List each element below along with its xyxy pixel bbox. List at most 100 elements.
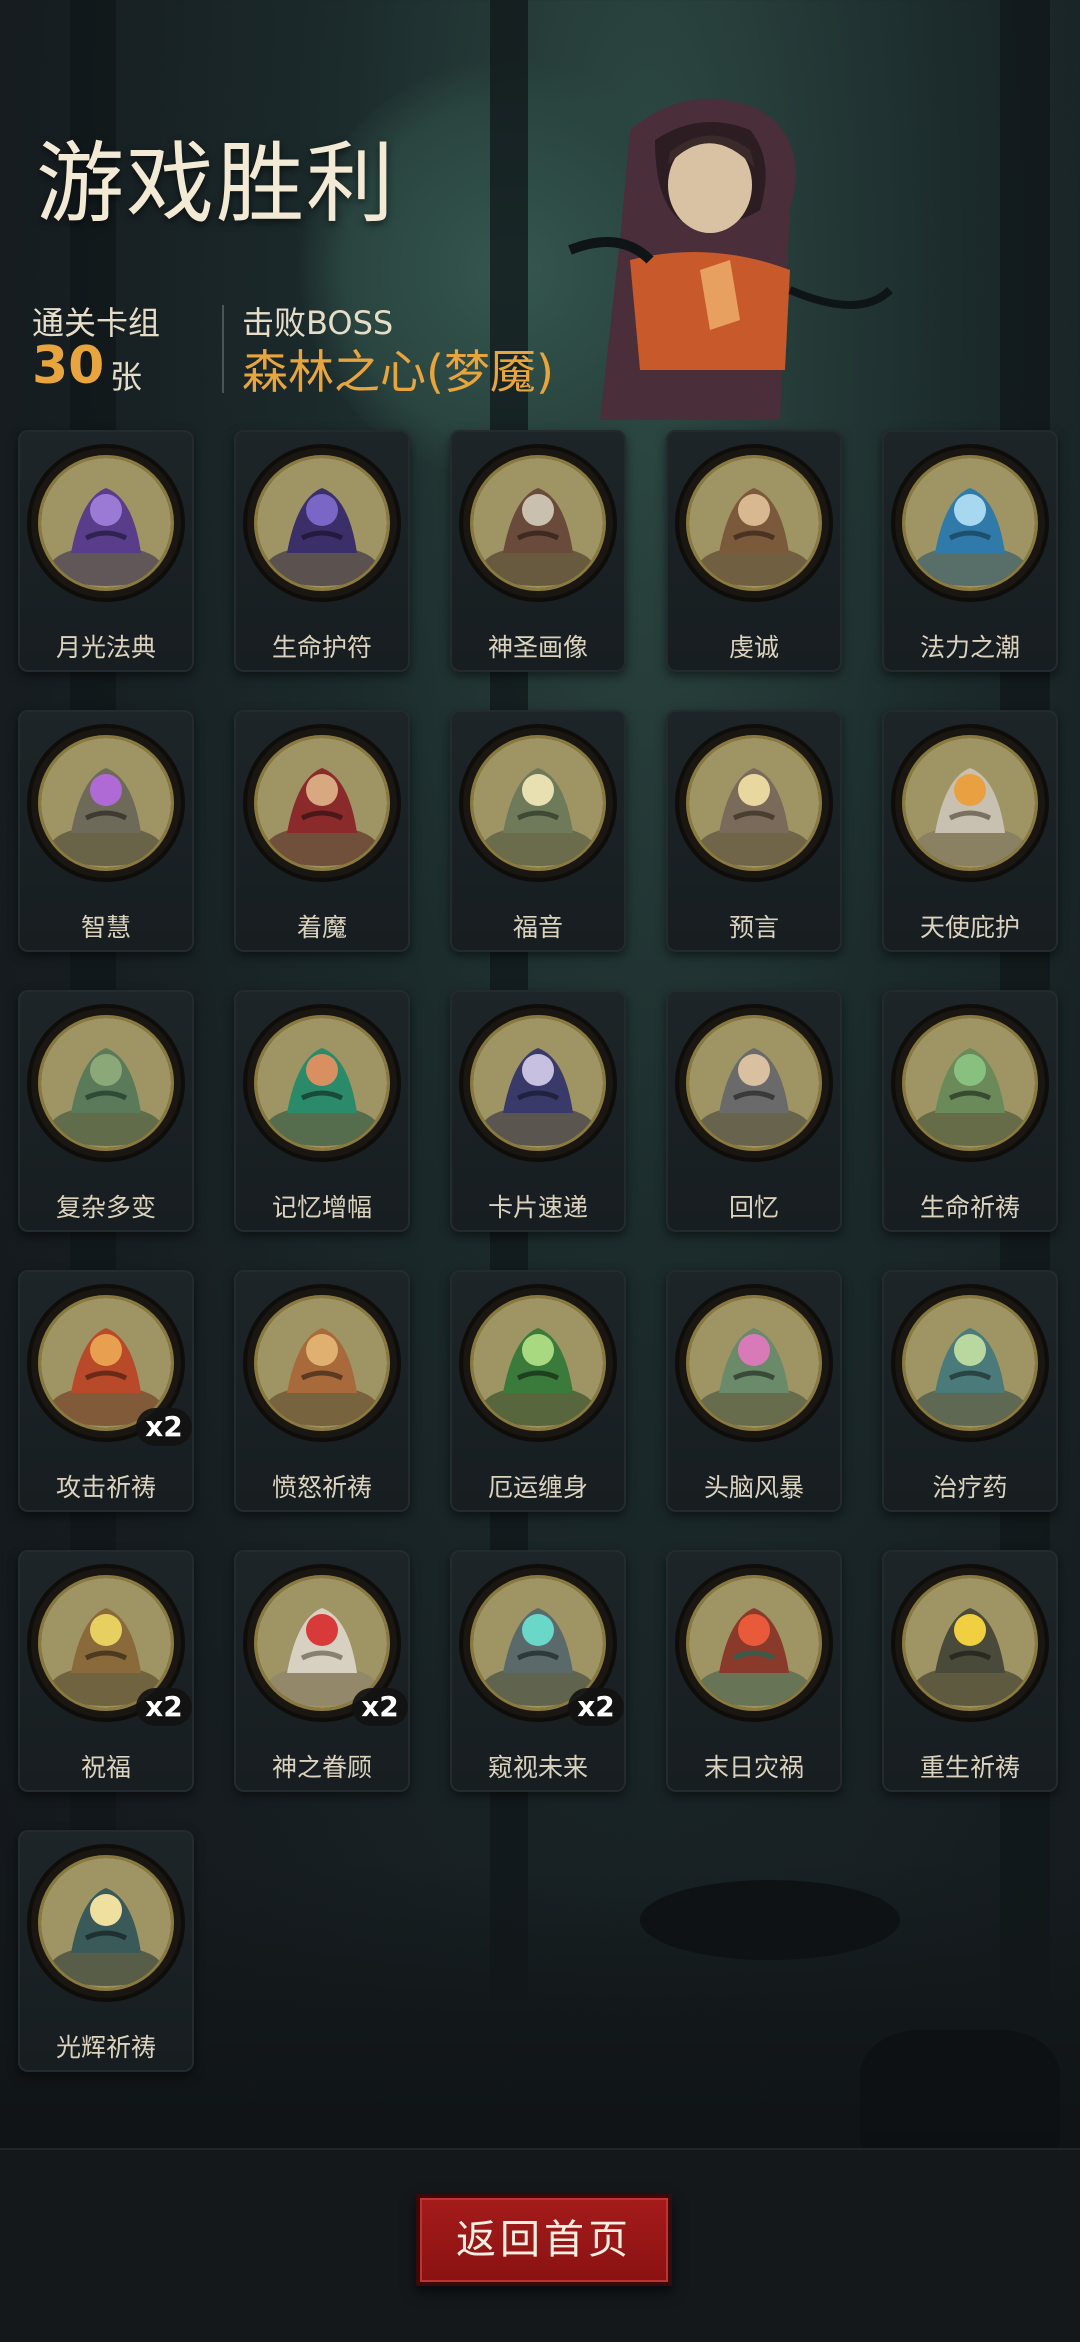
- card-slot[interactable]: 月光法典: [18, 430, 194, 672]
- card-slot[interactable]: 愤怒祈祷: [234, 1270, 410, 1512]
- card-medallion: [895, 1288, 1045, 1438]
- card-name: 回忆: [728, 1193, 779, 1222]
- card-medallion: [463, 1008, 613, 1158]
- card-name: 治疗药: [932, 1473, 1008, 1502]
- card-medallion: [895, 448, 1045, 598]
- multiplier-badge: x2: [568, 1688, 624, 1726]
- multiplier-badge: x2: [352, 1688, 408, 1726]
- card-medallion: [463, 728, 613, 878]
- lightning-icon: [902, 1575, 1038, 1711]
- card-slot[interactable]: 着魔: [234, 710, 410, 952]
- card-medallion: [31, 448, 181, 598]
- tome-icon: [38, 455, 174, 591]
- hooded-hero-illustration: [568, 98, 893, 420]
- background-shadow: [640, 1880, 900, 1960]
- skull-icon: [470, 1295, 606, 1431]
- card-medallion: [31, 1008, 181, 1158]
- card-name: 神圣画像: [487, 633, 588, 662]
- card-name: 光辉祈祷: [55, 2033, 156, 2062]
- fire-field-icon: [686, 1575, 822, 1711]
- bat-amulet-icon: [254, 455, 390, 591]
- old-man-icon: [686, 1015, 822, 1151]
- flying-card-icon: [470, 1015, 606, 1151]
- cross-icon: [470, 735, 606, 871]
- sprout-icon: [902, 1015, 1038, 1151]
- beast-icon: [254, 1295, 390, 1431]
- card-name: 头脑风暴: [703, 1473, 804, 1502]
- card-medallion: [679, 448, 829, 598]
- card-name: 生命祈祷: [919, 1193, 1020, 1222]
- card-slot[interactable]: 福音: [450, 710, 626, 952]
- card-slot[interactable]: 头脑风暴: [666, 1270, 842, 1512]
- card-name: 重生祈祷: [919, 1753, 1020, 1782]
- deck-count: 30: [32, 336, 105, 396]
- card-name: 窥视未来: [487, 1753, 588, 1782]
- card-medallion: [679, 1008, 829, 1158]
- tangle-icon: [38, 1015, 174, 1151]
- card-name: 神之眷顾: [271, 1753, 372, 1782]
- card-slot[interactable]: 天使庇护: [882, 710, 1058, 952]
- card-medallion: [895, 1008, 1045, 1158]
- card-name: 愤怒祈祷: [271, 1473, 372, 1502]
- brain-icon: [254, 1015, 390, 1151]
- card-name: 预言: [728, 913, 779, 942]
- card-slot[interactable]: 治疗药: [882, 1270, 1058, 1512]
- card-medallion: [463, 448, 613, 598]
- card-slot[interactable]: 智慧: [18, 710, 194, 952]
- card-medallion: [247, 1288, 397, 1438]
- card-slot[interactable]: 厄运缠身: [450, 1270, 626, 1512]
- card-slot[interactable]: 法力之潮: [882, 430, 1058, 672]
- card-medallion: [463, 1288, 613, 1438]
- card-name: 虔诚: [728, 633, 779, 662]
- return-home-button[interactable]: 返回首页: [416, 2194, 672, 2286]
- card-medallion: [247, 728, 397, 878]
- winged-crown-icon: [902, 735, 1038, 871]
- sage-icon: [38, 735, 174, 871]
- card-medallion: [247, 1008, 397, 1158]
- card-slot[interactable]: x2 窥视未来: [450, 1550, 626, 1792]
- card-name: 福音: [512, 913, 563, 942]
- praying-figure-icon: [686, 455, 822, 591]
- card-name: 智慧: [80, 913, 131, 942]
- card-medallion: [679, 728, 829, 878]
- card-name: 祝福: [80, 1753, 131, 1782]
- card-slot[interactable]: x2 祝福: [18, 1550, 194, 1792]
- card-name: 天使庇护: [919, 913, 1020, 942]
- card-name: 厄运缠身: [487, 1473, 588, 1502]
- multiplier-badge: x2: [136, 1688, 192, 1726]
- card-slot[interactable]: 预言: [666, 710, 842, 952]
- card-slot[interactable]: x2 神之眷顾: [234, 1550, 410, 1792]
- card-name: 复杂多变: [55, 1193, 156, 1222]
- card-slot[interactable]: 记忆增幅: [234, 990, 410, 1232]
- card-medallion: [31, 728, 181, 878]
- boss-name: 森林之心(梦魇): [242, 345, 554, 399]
- card-name: 法力之潮: [919, 633, 1020, 662]
- card-slot[interactable]: 重生祈祷: [882, 1550, 1058, 1792]
- portrait-icon: [470, 455, 606, 591]
- card-slot[interactable]: 生命祈祷: [882, 990, 1058, 1232]
- card-slot[interactable]: 复杂多变: [18, 990, 194, 1232]
- card-slot[interactable]: 光辉祈祷: [18, 1830, 194, 2072]
- stats-divider: [222, 305, 224, 393]
- hooded-light-icon: [38, 1855, 174, 1991]
- card-medallion: [679, 1568, 829, 1718]
- card-slot[interactable]: 卡片速递: [450, 990, 626, 1232]
- card-slot[interactable]: 回忆: [666, 990, 842, 1232]
- zombie-brain-icon: [686, 1295, 822, 1431]
- card-name: 攻击祈祷: [55, 1473, 156, 1502]
- card-slot[interactable]: 生命护符: [234, 430, 410, 672]
- page-title: 游戏胜利: [36, 132, 397, 235]
- multiplier-badge: x2: [136, 1408, 192, 1446]
- card-medallion: [247, 448, 397, 598]
- card-slot[interactable]: x2 攻击祈祷: [18, 1270, 194, 1512]
- card-name: 着魔: [296, 913, 347, 942]
- card-slot[interactable]: 末日灾祸: [666, 1550, 842, 1792]
- card-name: 末日灾祸: [703, 1753, 804, 1782]
- card-medallion: [679, 1288, 829, 1438]
- wave-icon: [902, 455, 1038, 591]
- card-slot[interactable]: 虔诚: [666, 430, 842, 672]
- prophet-icon: [686, 735, 822, 871]
- card-medallion: [895, 728, 1045, 878]
- card-name: 生命护符: [271, 633, 372, 662]
- card-slot[interactable]: 神圣画像: [450, 430, 626, 672]
